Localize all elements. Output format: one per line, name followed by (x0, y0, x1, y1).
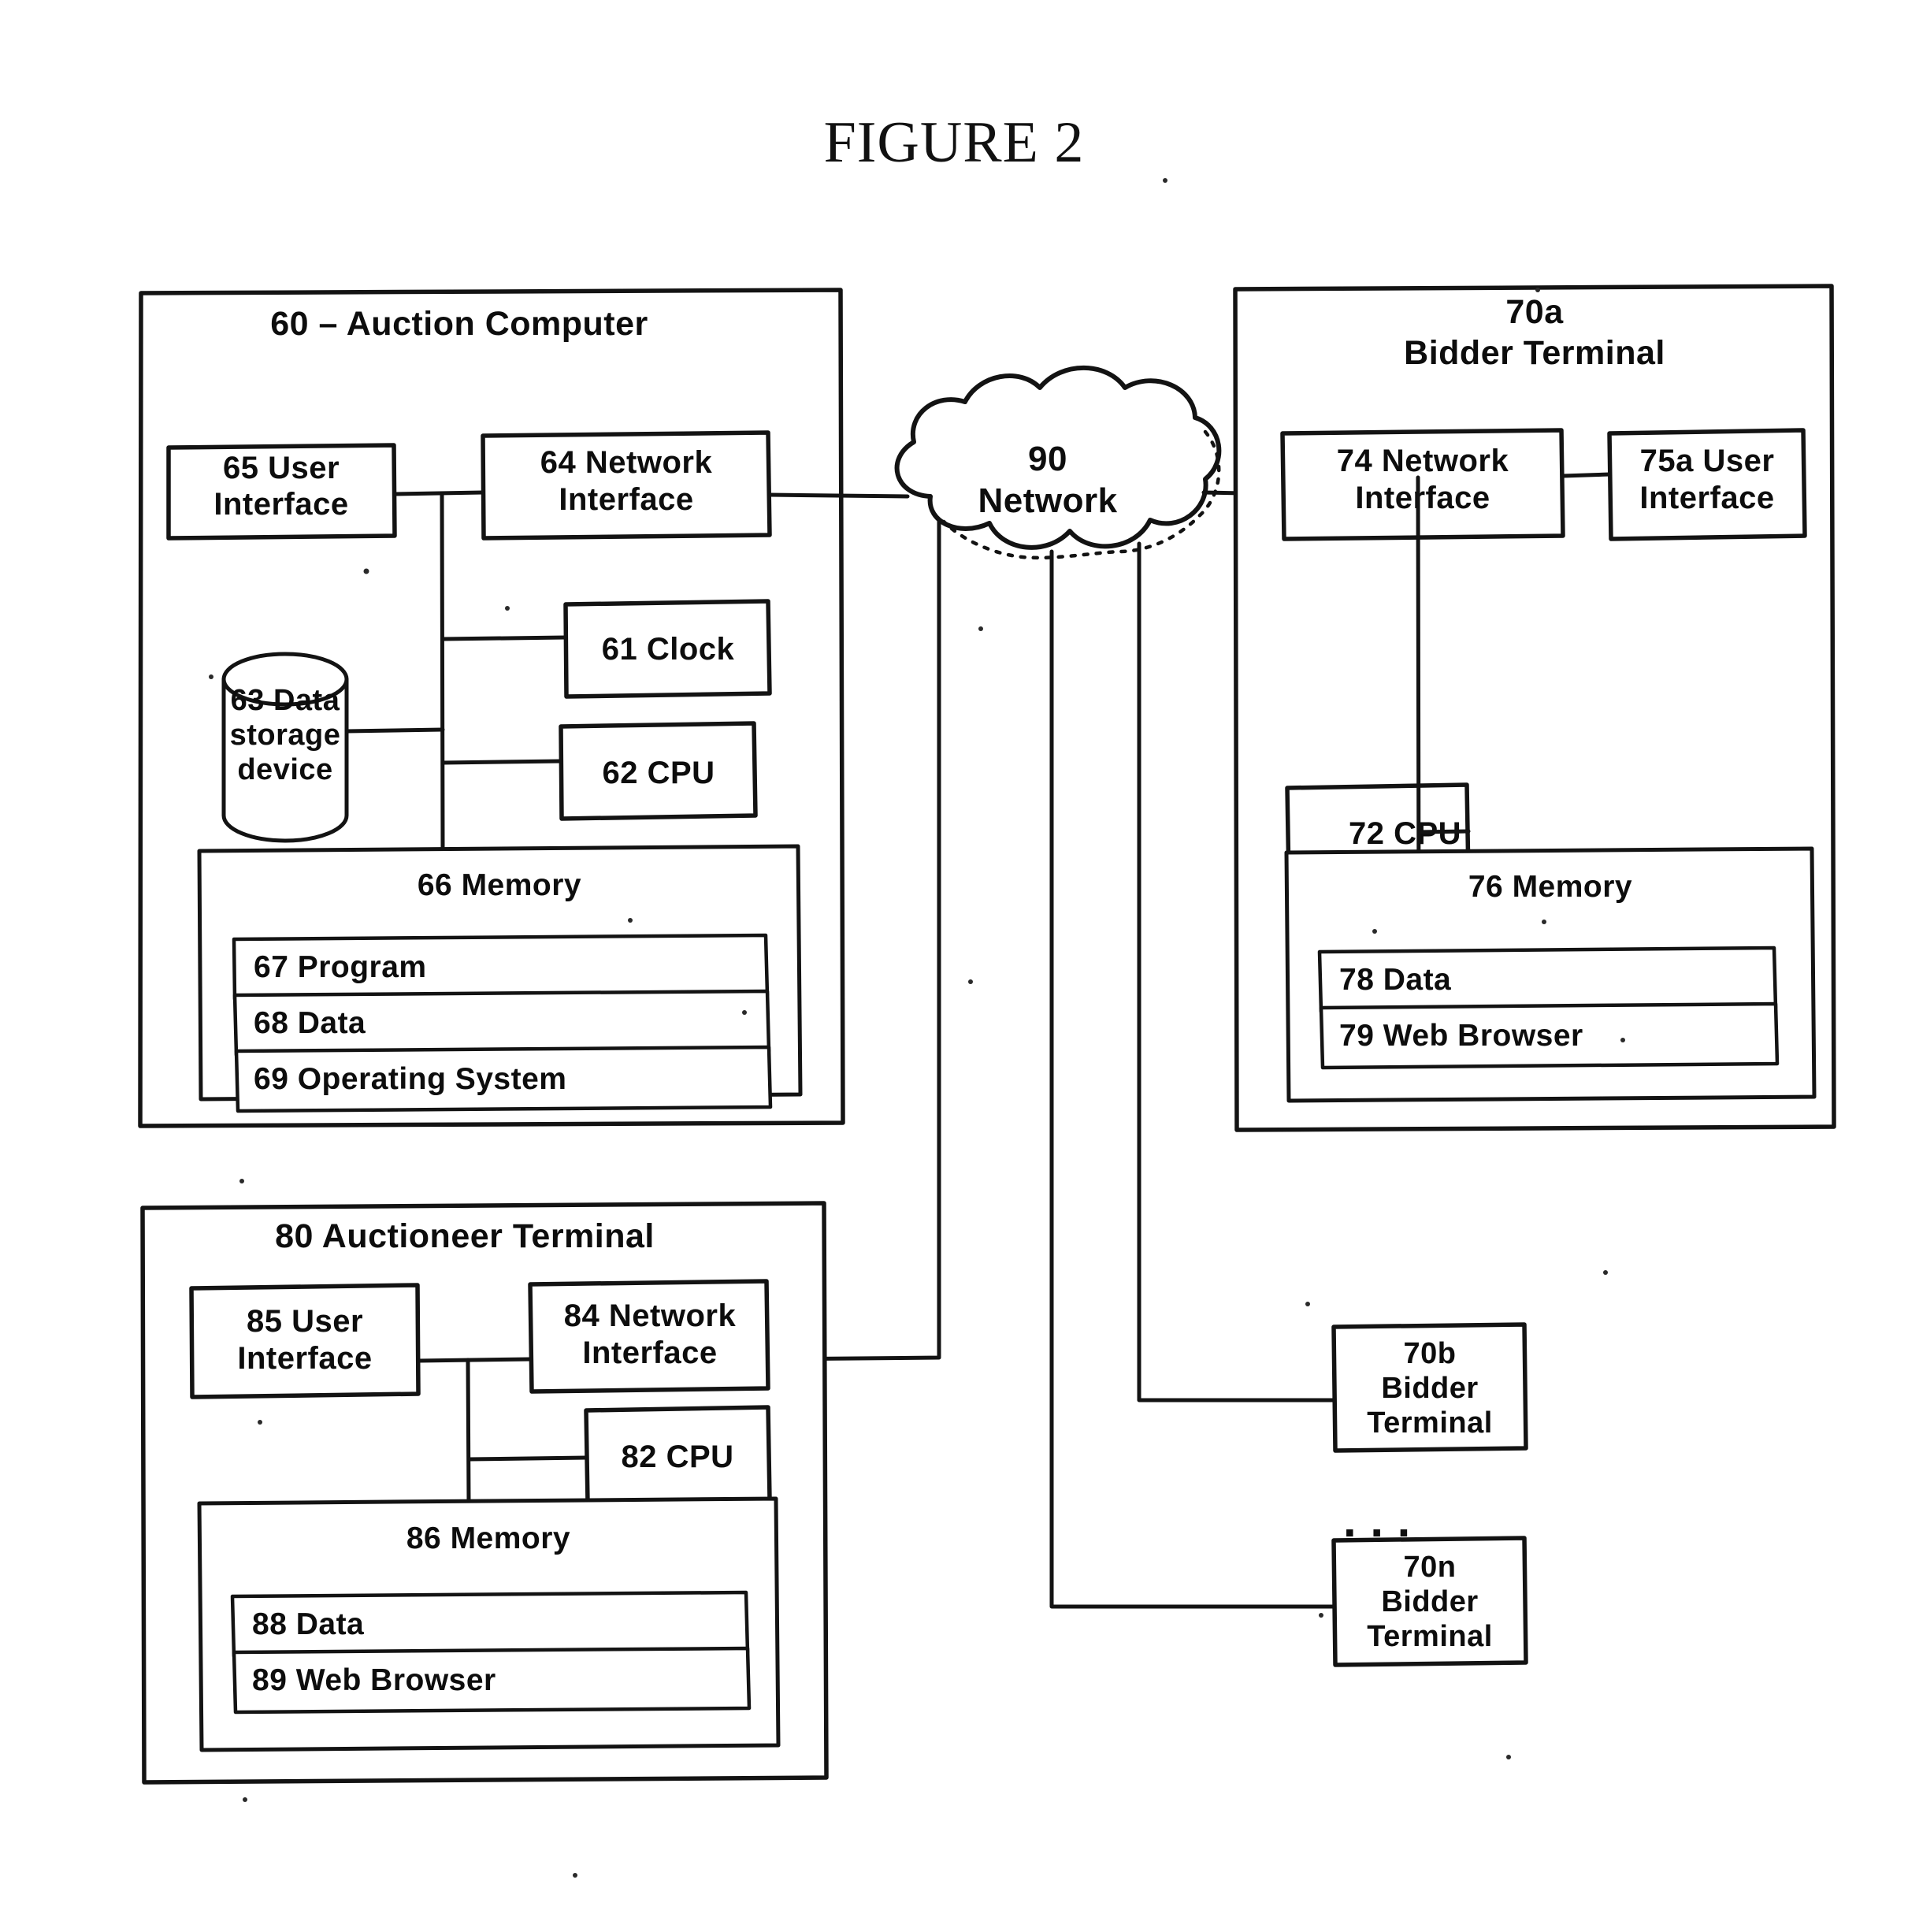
wire-ni64-to-cloud (767, 492, 910, 499)
speck (1305, 1302, 1310, 1306)
memory-86-title: 86 Memory (406, 1521, 570, 1555)
network-interface-64-box[interactable]: 64 Network Interface (481, 430, 772, 541)
user-interface-75a-label-line2: Interface (1639, 481, 1774, 515)
data-storage-label-line2: storage (230, 719, 341, 752)
speck (243, 1797, 247, 1802)
patent-figure: FIGURE 2 60 – Auction Computer 65 User I… (0, 0, 1908, 1932)
speck (978, 626, 983, 631)
wire-cpu72-to-bus (1416, 829, 1471, 834)
other-bidder-terminals: 70b Bidder Terminal . . . 70n Bidder Ter… (1331, 1322, 1528, 1667)
speck (968, 979, 973, 984)
figure-2-block-diagram: FIGURE 2 60 – Auction Computer 65 User I… (138, 110, 1836, 1878)
speck (573, 1873, 577, 1878)
memory-66-title: 66 Memory (418, 868, 581, 902)
figure-title: FIGURE 2 (824, 110, 1085, 175)
speck (1372, 929, 1377, 934)
user-interface-75a-label-line1: 75a User (1640, 444, 1775, 478)
auctioneer-terminal-panel: 80 Auctioneer Terminal 85 User Interface… (140, 1201, 829, 1785)
bidder-terminal-70a-title-line1: 70a (1505, 293, 1564, 331)
user-interface-65-label-line1: 65 User (223, 451, 340, 485)
user-interface-85-box[interactable]: 85 User Interface (189, 1283, 421, 1399)
network-interface-74-label-line2: Interface (1355, 481, 1490, 515)
network-interface-74-box[interactable]: 74 Network Interface (1280, 428, 1565, 541)
wire-bus-to-cpu82 (466, 1455, 588, 1462)
cpu-62-box[interactable]: 62 CPU (559, 721, 758, 821)
memory-row-68-label: 68 Data (254, 1006, 366, 1040)
user-interface-65-label-line2: Interface (213, 487, 348, 522)
network-label-line1: 90 (1028, 440, 1067, 478)
network-interface-84-label-line2: Interface (582, 1336, 717, 1370)
memory-86-box[interactable]: 86 Memory 88 Data 89 Web Browser (197, 1496, 781, 1752)
wire-bus-to-cpu62 (440, 759, 563, 765)
memory-row-78-label: 78 Data (1339, 963, 1451, 997)
user-interface-85-label-line2: Interface (237, 1341, 372, 1376)
memory-row-88-label: 88 Data (252, 1607, 364, 1641)
memory-66-box[interactable]: 66 Memory 67 Program 68 Data 69 Operatin… (197, 844, 803, 1113)
network-interface-84-label-line1: 84 Network (564, 1299, 737, 1333)
bidder-terminal-70b-line2: Bidder (1381, 1372, 1478, 1405)
bidder-terminal-70n-line1: 70n (1404, 1551, 1457, 1584)
memory-76-rows: 78 Data 79 Web Browser (1317, 946, 1780, 1070)
speck (1506, 1755, 1511, 1759)
bidder-terminal-70a-title-line2: Bidder Terminal (1404, 334, 1665, 372)
speck (742, 1010, 747, 1015)
memory-row-69-label: 69 Operating System (254, 1062, 566, 1096)
memory-86-rows: 88 Data 89 Web Browser (230, 1590, 752, 1715)
data-storage-label-line1: 63 Data (231, 684, 340, 717)
wire-vertical-bus-60 (440, 491, 445, 853)
clock-61-box[interactable]: 61 Clock (563, 599, 772, 699)
speck (1542, 920, 1546, 924)
network-interface-74-label-line1: 74 Network (1337, 444, 1509, 478)
data-storage-device-63[interactable]: 63 Data storage device (221, 652, 349, 843)
network-cloud-90: 90 Network (894, 365, 1222, 560)
data-storage-label-line3: device (237, 753, 332, 786)
speck (258, 1420, 262, 1425)
bidder-terminal-70b-box[interactable]: 70b Bidder Terminal (1331, 1322, 1528, 1453)
memory-76-title: 76 Memory (1468, 870, 1632, 904)
auctioneer-terminal-title: 80 Auctioneer Terminal (275, 1217, 655, 1255)
wire-vertical-bus-80 (466, 1358, 471, 1506)
wire-ui85-to-ni84 (416, 1357, 533, 1363)
memory-66-rows: 67 Program 68 Data 69 Operating System (232, 933, 773, 1113)
network-label-line2: Network (978, 481, 1117, 520)
wire-storage63-to-bus (344, 727, 445, 734)
speck (1603, 1270, 1608, 1275)
speck (628, 918, 633, 923)
auction-computer-panel: 60 – Auction Computer 65 User Interface … (138, 288, 845, 1128)
cpu-82-label: 82 CPU (621, 1440, 733, 1474)
memory-row-67-label: 67 Program (254, 950, 427, 984)
speck (505, 606, 510, 611)
bidder-terminal-70a-panel: 70a Bidder Terminal 74 Network Interface… (1233, 284, 1836, 1132)
cpu-72-label: 72 CPU (1349, 816, 1461, 851)
speck (1319, 1613, 1323, 1618)
speck (239, 1179, 244, 1183)
speck (1620, 1038, 1625, 1042)
clock-61-label: 61 Clock (602, 632, 735, 667)
wire-bus-to-clock61 (440, 635, 568, 641)
memory-76-box[interactable]: 76 Memory 78 Data 79 Web Browser (1284, 846, 1817, 1103)
speck (1535, 288, 1540, 292)
network-interface-64-label-line2: Interface (559, 482, 693, 517)
speck (209, 674, 213, 679)
network-interface-64-label-line1: 64 Network (540, 445, 713, 480)
bidder-terminal-70b-line3: Terminal (1367, 1406, 1493, 1440)
memory-row-89-label: 89 Web Browser (252, 1663, 496, 1697)
cpu-62-label: 62 CPU (602, 756, 715, 790)
speck (363, 568, 369, 574)
wire-ni74-to-ui75a (1561, 472, 1612, 478)
user-interface-65-box[interactable]: 65 User Interface (166, 443, 397, 541)
auction-computer-title: 60 – Auction Computer (270, 305, 648, 343)
speck (1163, 178, 1167, 183)
bidder-terminal-70n-line2: Bidder (1381, 1585, 1478, 1618)
cpu-82-box[interactable]: 82 CPU (584, 1405, 772, 1505)
network-interface-84-box[interactable]: 84 Network Interface (528, 1279, 770, 1394)
bidder-terminal-70b-line1: 70b (1404, 1337, 1457, 1370)
bidder-terminal-70n-box[interactable]: 70n Bidder Terminal (1331, 1536, 1528, 1667)
wire-ui65-to-ni64 (392, 490, 485, 496)
user-interface-85-label-line1: 85 User (247, 1304, 363, 1339)
user-interface-75a-box[interactable]: 75a User Interface (1607, 428, 1807, 541)
bidder-terminal-70n-line3: Terminal (1367, 1620, 1493, 1653)
memory-row-79-label: 79 Web Browser (1339, 1019, 1583, 1053)
